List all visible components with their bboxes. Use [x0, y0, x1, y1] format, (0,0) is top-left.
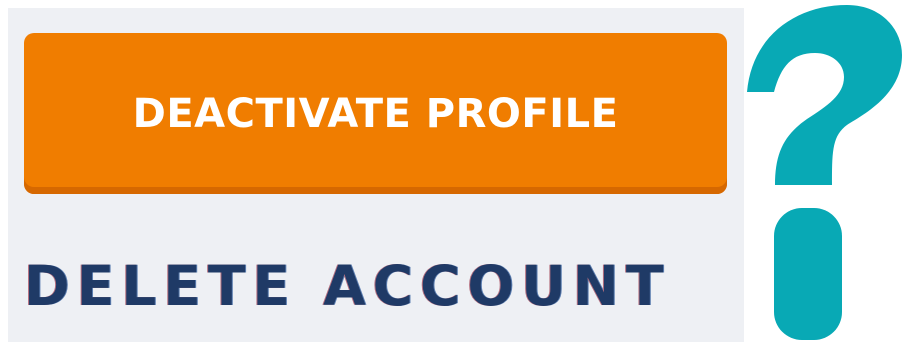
stage: DEACTIVATE PROFILE DELETE ACCOUNT [0, 0, 904, 352]
delete-account-link[interactable]: DELETE ACCOUNT [24, 248, 729, 324]
deactivate-profile-button[interactable]: DEACTIVATE PROFILE [24, 33, 727, 194]
question-mark-icon [747, 5, 902, 340]
